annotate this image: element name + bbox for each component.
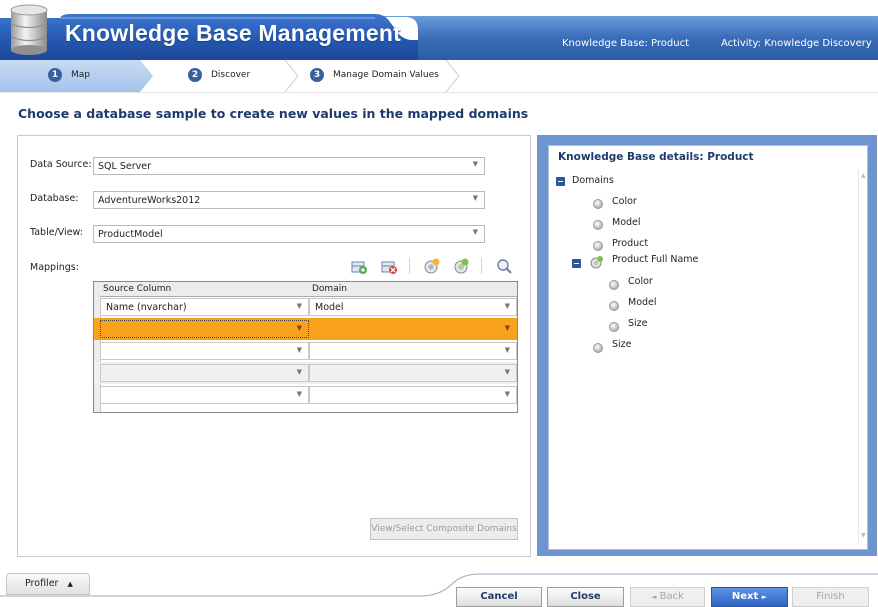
- table-row[interactable]: ▼ ▼: [94, 340, 517, 362]
- kb-details-title: Knowledge Base details: Product: [558, 151, 754, 163]
- chevron-down-icon: ▼: [504, 390, 510, 398]
- scroll-up-icon[interactable]: ▲: [861, 172, 866, 179]
- source-column-select[interactable]: ▼: [100, 342, 309, 360]
- table-view-label: Table/View:: [30, 227, 83, 238]
- chevron-down-icon: ▼: [296, 346, 302, 354]
- tree-item-product-full-name[interactable]: Product Full Name: [612, 254, 698, 265]
- mappings-label: Mappings:: [30, 262, 79, 273]
- chevron-down-icon: ▼: [504, 368, 510, 376]
- remove-mapping-icon[interactable]: [380, 257, 398, 275]
- profiler-tab[interactable]: Profiler ▲: [6, 573, 90, 595]
- domain-icon: [593, 199, 603, 209]
- source-column-select[interactable]: ▼: [100, 386, 309, 404]
- table-row[interactable]: ▼ ▼: [94, 384, 517, 406]
- tree-item-product[interactable]: Product: [612, 238, 648, 249]
- mappings-grid: Source Column Domain Name (nvarchar) ▼ M…: [93, 281, 518, 413]
- close-button[interactable]: Close: [547, 587, 624, 607]
- table-view-value: ProductModel: [98, 229, 163, 240]
- data-source-label: Data Source:: [30, 159, 92, 170]
- table-row[interactable]: Name (nvarchar) ▼ Model ▼: [94, 296, 517, 318]
- app-title: Knowledge Base Management: [65, 20, 402, 46]
- domain-select[interactable]: ▼: [309, 320, 517, 338]
- next-arrow-icon: ►: [761, 593, 768, 601]
- chevron-down-icon: ▼: [472, 160, 478, 168]
- table-row[interactable]: ▼ ▼: [94, 362, 517, 384]
- table-view-select[interactable]: ProductModel ▼: [93, 225, 485, 243]
- back-label: Back: [659, 591, 684, 602]
- database-icon: [8, 3, 50, 55]
- domain-column-header: Domain: [312, 284, 347, 294]
- create-composite-domain-icon[interactable]: [452, 257, 470, 275]
- source-column-select[interactable]: ▼: [100, 320, 309, 338]
- next-button[interactable]: Next ►: [711, 587, 788, 607]
- scroll-down-icon[interactable]: ▼: [861, 532, 866, 539]
- chevron-down-icon: ▼: [296, 368, 302, 376]
- chevron-down-icon: ▼: [504, 302, 510, 310]
- tree-child-model[interactable]: Model: [628, 297, 657, 308]
- back-button[interactable]: ◄ Back: [630, 587, 705, 607]
- chevron-down-icon: ▼: [472, 194, 478, 202]
- next-label: Next: [731, 591, 759, 602]
- cancel-button[interactable]: Cancel: [456, 587, 542, 607]
- chevron-down-icon: ▼: [296, 324, 302, 332]
- preview-icon[interactable]: [495, 257, 513, 275]
- chevron-down-icon: ▼: [296, 302, 302, 310]
- expand-up-icon: ▲: [67, 580, 73, 588]
- source-column-select[interactable]: Name (nvarchar) ▼: [100, 298, 309, 316]
- collapse-icon[interactable]: [572, 259, 581, 268]
- back-arrow-icon: ◄: [651, 593, 657, 601]
- step-number: 2: [188, 68, 202, 82]
- composite-domain-icon: [590, 255, 604, 269]
- vertical-scrollbar[interactable]: ▲ ▼: [858, 168, 867, 546]
- step-number: 3: [310, 68, 324, 82]
- step-label: Map: [71, 70, 90, 80]
- domain-select[interactable]: ▼: [309, 342, 517, 360]
- chevron-down-icon: ▼: [504, 346, 510, 354]
- profiler-label: Profiler: [25, 578, 59, 589]
- chevron-down-icon: ▼: [504, 324, 510, 332]
- data-source-value: SQL Server: [98, 161, 151, 172]
- domain-icon: [609, 280, 619, 290]
- create-domain-icon[interactable]: [423, 257, 441, 275]
- view-select-composite-domains-button[interactable]: View/Select Composite Domains: [370, 518, 518, 540]
- chevron-down-icon: ▼: [472, 228, 478, 236]
- step-label: Manage Domain Values: [333, 70, 439, 80]
- domain-select[interactable]: Model ▼: [309, 298, 517, 316]
- database-value: AdventureWorks2012: [98, 195, 201, 206]
- domain-value: Model: [315, 302, 344, 313]
- finish-button[interactable]: Finish: [792, 587, 869, 607]
- knowledge-base-label: Knowledge Base: Product: [562, 38, 690, 49]
- wizard-steps: [0, 60, 878, 93]
- step-number: 1: [48, 68, 62, 82]
- chevron-down-icon: ▼: [296, 390, 302, 398]
- source-column-header: Source Column: [103, 284, 172, 294]
- tree-item-model[interactable]: Model: [612, 217, 641, 228]
- domain-icon: [593, 220, 603, 230]
- step-label: Discover: [211, 70, 251, 80]
- data-source-select[interactable]: SQL Server ▼: [93, 157, 485, 175]
- domain-icon: [593, 343, 603, 353]
- source-column-select[interactable]: ▼: [100, 364, 309, 382]
- toolbar-divider: [481, 258, 482, 274]
- domain-icon: [609, 301, 619, 311]
- activity-label: Activity: Knowledge Discovery: [721, 38, 872, 49]
- tree-item-size[interactable]: Size: [612, 339, 632, 350]
- tree-child-size[interactable]: Size: [628, 318, 648, 329]
- tree-item-color[interactable]: Color: [612, 196, 637, 207]
- page-title: Choose a database sample to create new v…: [18, 106, 529, 121]
- collapse-icon[interactable]: [556, 177, 565, 186]
- database-label: Database:: [30, 193, 79, 204]
- toolbar-divider: [409, 258, 410, 274]
- domain-icon: [593, 241, 603, 251]
- domain-icon: [609, 322, 619, 332]
- database-select[interactable]: AdventureWorks2012 ▼: [93, 191, 485, 209]
- tree-root-domains[interactable]: Domains: [572, 175, 614, 186]
- domain-select[interactable]: ▼: [309, 386, 517, 404]
- add-mapping-icon[interactable]: [350, 257, 368, 275]
- source-column-value: Name (nvarchar): [106, 302, 187, 313]
- tree-child-color[interactable]: Color: [628, 276, 653, 287]
- table-row-selected[interactable]: ▼ ▼: [94, 318, 517, 340]
- domain-select[interactable]: ▼: [309, 364, 517, 382]
